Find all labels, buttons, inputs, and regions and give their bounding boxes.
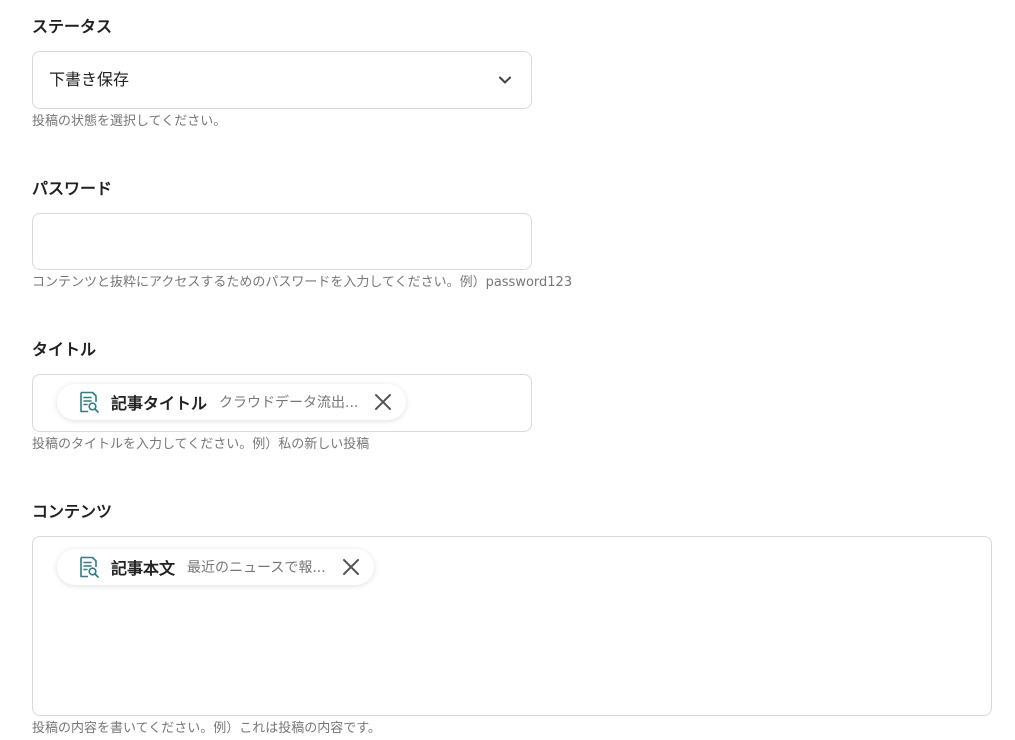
title-label: タイトル — [32, 340, 97, 359]
title-variable-chip[interactable]: 記事タイトル クラウドデータ流出... — [57, 384, 407, 420]
document-search-icon — [80, 391, 99, 413]
title-hint: 投稿のタイトルを入力してください。例）私の新しい投稿 — [32, 437, 370, 452]
password-label: パスワード — [32, 179, 113, 198]
content-hint: 投稿の内容を書いてください。例）これは投稿の内容です。 — [32, 721, 381, 736]
status-label: ステータス — [32, 17, 113, 36]
close-icon[interactable] — [372, 391, 394, 413]
password-input[interactable] — [32, 213, 532, 270]
close-icon[interactable] — [340, 556, 362, 578]
status-hint: 投稿の状態を選択してください。 — [32, 114, 227, 129]
content-variable-chip[interactable]: 記事本文 最近のニュースで報... — [57, 549, 374, 585]
title-chip-value: クラウドデータ流出... — [219, 395, 359, 411]
title-input[interactable]: 記事タイトル クラウドデータ流出... — [32, 374, 532, 432]
document-search-icon — [80, 556, 99, 578]
content-label: コンテンツ — [32, 502, 113, 521]
title-chip-name: 記事タイトル — [111, 394, 208, 413]
password-hint: コンテンツと抜粋にアクセスするためのパスワードを入力してください。例）passw… — [32, 275, 573, 290]
chevron-down-icon[interactable] — [497, 72, 513, 88]
content-chip-name: 記事本文 — [111, 559, 176, 578]
content-chip-value: 最近のニュースで報... — [187, 560, 326, 576]
content-textarea[interactable]: 記事本文 最近のニュースで報... — [32, 536, 992, 716]
status-selected-value: 下書き保存 — [49, 70, 130, 89]
status-select[interactable]: 下書き保存 — [32, 51, 532, 109]
